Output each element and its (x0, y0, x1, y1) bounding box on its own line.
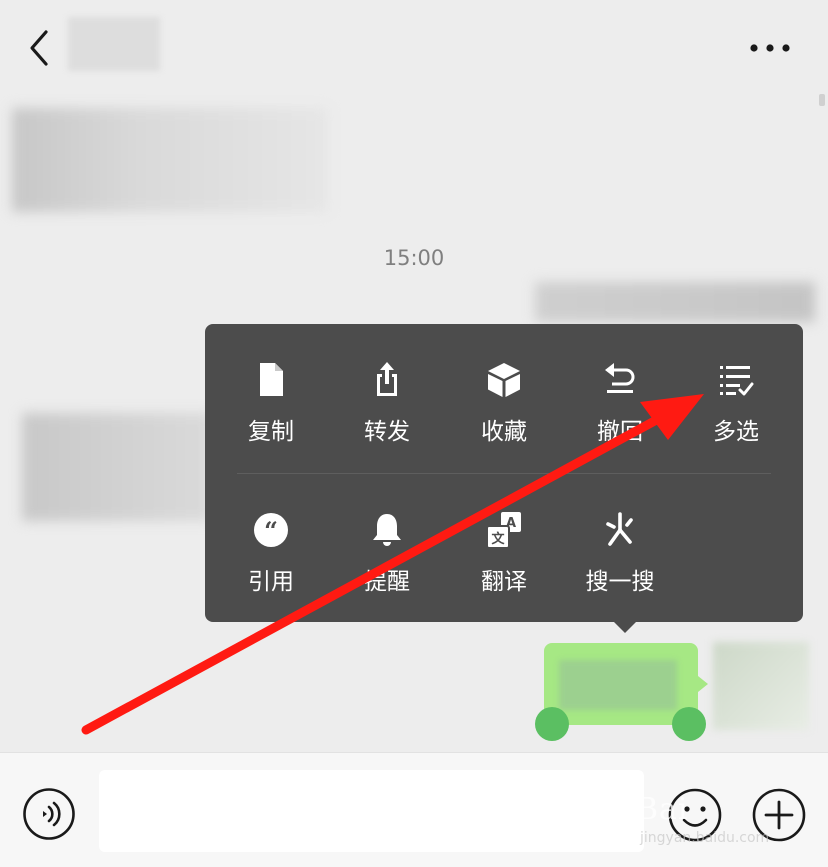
bell-icon (373, 514, 401, 546)
cube-icon (488, 363, 520, 397)
svg-text:“: “ (264, 516, 278, 545)
menu-item-label: 收藏 (481, 419, 527, 445)
menu-pointer (614, 622, 636, 633)
translate-icon: A 文 (486, 512, 521, 549)
menu-item-remind[interactable]: 提醒 (329, 510, 445, 620)
menu-item-search[interactable]: 搜一搜 (562, 510, 678, 620)
blurred-message-text (559, 660, 677, 710)
menu-item-label: 撤回 (597, 419, 643, 445)
menu-item-label: 提醒 (364, 569, 410, 595)
message-input[interactable] (99, 770, 644, 852)
multi-select-icon (720, 366, 754, 396)
scrollbar[interactable] (819, 94, 825, 106)
menu-item-recall[interactable]: 撤回 (562, 360, 678, 470)
menu-item-label: 引用 (248, 569, 294, 595)
selection-handle-left[interactable] (535, 707, 569, 741)
quote-icon: “ (254, 513, 288, 547)
menu-item-label: 复制 (248, 419, 294, 445)
blurred-message-image (535, 282, 815, 322)
plus-icon[interactable] (751, 787, 807, 843)
back-icon[interactable] (22, 28, 58, 68)
message-timestamp: 15:00 (383, 246, 445, 270)
menu-item-quote[interactable]: “ 引用 (213, 510, 329, 620)
menu-item-multi-select[interactable]: 多选 (678, 360, 794, 470)
menu-item-label: 转发 (364, 419, 410, 445)
menu-item-favorite[interactable]: 收藏 (446, 360, 562, 470)
svg-text:文: 文 (491, 531, 505, 547)
blurred-message-image (22, 413, 212, 521)
menu-item-forward[interactable]: 转发 (329, 360, 445, 470)
bubble-tail (698, 676, 708, 692)
menu-item-translate[interactable]: A 文 翻译 (446, 510, 562, 620)
selection-handle-right[interactable] (672, 707, 706, 741)
blurred-message-image (12, 108, 328, 212)
more-icon[interactable] (742, 30, 798, 66)
menu-divider (237, 473, 771, 474)
voice-icon[interactable] (22, 787, 76, 841)
avatar[interactable] (713, 642, 809, 730)
menu-item-label: 翻译 (481, 569, 527, 595)
emoji-icon[interactable] (667, 787, 723, 843)
share-icon (377, 362, 397, 396)
menu-item-label: 多选 (713, 419, 759, 445)
undo-icon (605, 363, 635, 393)
document-icon (260, 363, 283, 396)
menu-item-copy[interactable]: 复制 (213, 360, 329, 470)
search-spark-icon (606, 512, 633, 546)
menu-item-label: 搜一搜 (585, 569, 655, 595)
chat-title-blurred (68, 17, 160, 71)
